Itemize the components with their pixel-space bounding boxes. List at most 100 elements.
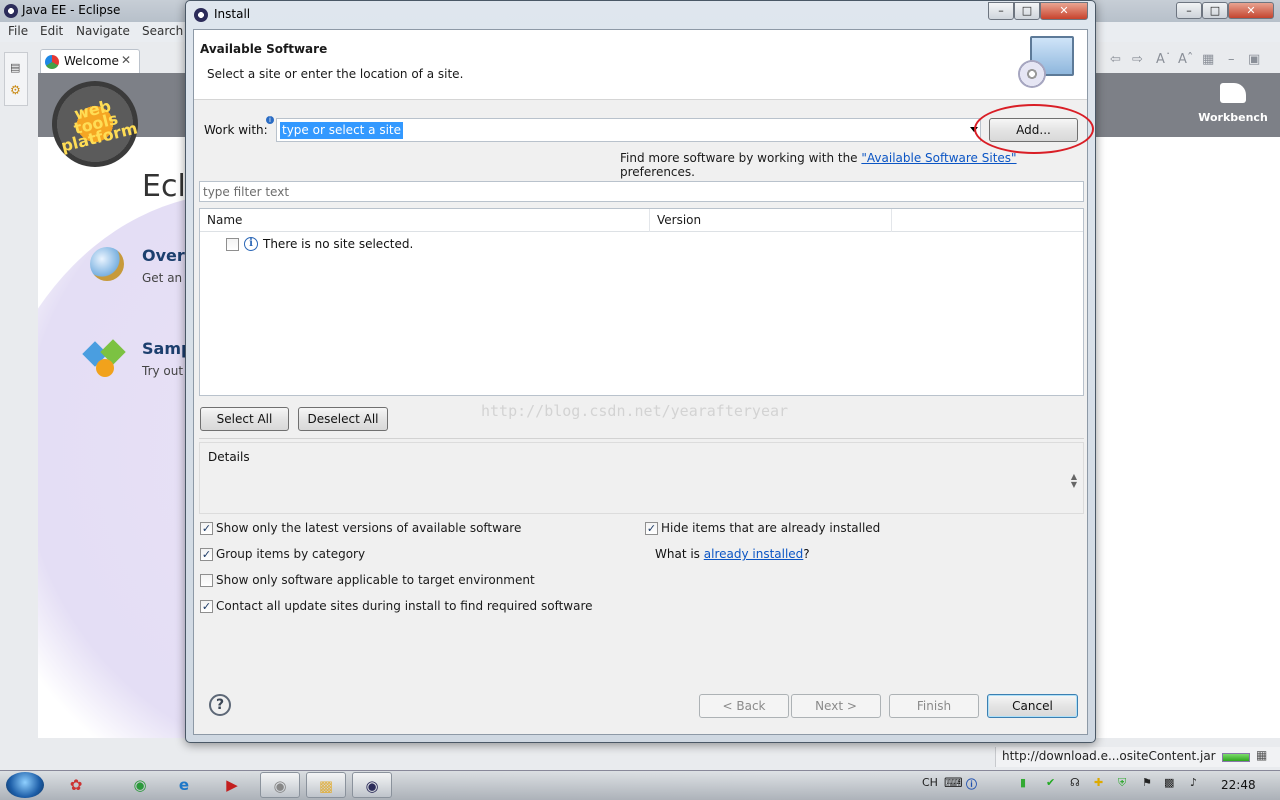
speaker-icon[interactable]: ♪ xyxy=(1190,776,1197,789)
highlight-ring-annotation xyxy=(974,104,1094,154)
shrink-font-icon[interactable]: A˙ xyxy=(1156,52,1171,70)
dialog-maximize-button[interactable]: □ xyxy=(1014,2,1040,20)
already-installed-link[interactable]: already installed xyxy=(704,547,804,561)
column-separator[interactable] xyxy=(891,209,892,232)
software-tree[interactable]: Name Version i There is no site selected… xyxy=(199,208,1084,396)
eclipse-maximize-button[interactable]: □ xyxy=(1202,2,1228,19)
deselect-all-button[interactable]: Deselect All xyxy=(298,407,388,431)
next-button[interactable]: Next > xyxy=(791,694,881,718)
help-tray-icon[interactable]: ⓘ xyxy=(966,776,977,792)
what-is-prefix: What is xyxy=(655,547,704,561)
view-minimize-icon[interactable]: – xyxy=(1228,52,1235,70)
find-more-prefix: Find more software by working with the xyxy=(620,151,862,165)
info-icon: i xyxy=(244,237,258,251)
eclipse-minimize-button[interactable]: – xyxy=(1176,2,1202,19)
no-site-message: There is no site selected. xyxy=(263,237,414,251)
workbench-label: Workbench xyxy=(1198,111,1268,124)
add-tray-icon[interactable]: ✚ xyxy=(1094,776,1103,789)
row-checkbox[interactable] xyxy=(226,238,239,251)
flag-icon[interactable]: ⚑ xyxy=(1142,776,1152,789)
taskbar-clock[interactable]: 22:48 xyxy=(1221,778,1256,792)
contact-sites-label: Contact all update sites during install … xyxy=(216,599,593,613)
tab-welcome-label: Welcome xyxy=(64,54,119,68)
view-menu-icon[interactable]: ▦ xyxy=(1202,52,1214,70)
finish-button[interactable]: Finish xyxy=(889,694,979,718)
eclipse-app-icon xyxy=(4,4,18,18)
tree-header: Name Version xyxy=(200,209,1083,232)
overview-desc: Get an xyxy=(142,271,183,285)
logo-text: web tools platform xyxy=(59,96,140,156)
column-name[interactable]: Name xyxy=(207,213,242,227)
workbench-link[interactable]: Workbench xyxy=(1198,83,1268,124)
restore-icon[interactable]: ▤ xyxy=(10,61,20,74)
grow-font-icon[interactable]: Aˆ xyxy=(1178,52,1193,70)
battery-icon[interactable]: ▮ xyxy=(1020,776,1026,789)
menu-search[interactable]: Search xyxy=(142,24,183,38)
shield-icon[interactable]: ⛨ xyxy=(1118,776,1126,790)
column-version[interactable]: Version xyxy=(657,213,701,227)
media-player-icon[interactable]: ▶ xyxy=(212,772,252,798)
filter-input[interactable]: type filter text xyxy=(199,181,1084,202)
info-decoration-icon: i xyxy=(266,116,274,124)
filter-placeholder: type filter text xyxy=(203,185,290,199)
keyboard-icon[interactable]: ⌨ xyxy=(944,776,963,791)
dialog-content: Available Software Select a site or ente… xyxy=(193,29,1094,735)
watermark: http://blog.csdn.net/yearafteryear xyxy=(481,402,789,420)
start-button[interactable] xyxy=(6,772,44,798)
menu-navigate[interactable]: Navigate xyxy=(76,24,130,38)
progress-view-icon[interactable]: ▦ xyxy=(1256,748,1267,762)
eclipse-close-button[interactable]: ✕ xyxy=(1228,2,1274,19)
group-by-category-checkbox[interactable] xyxy=(200,548,213,561)
target-environment-label: Show only software applicable to target … xyxy=(216,573,535,587)
dialog-minimize-button[interactable]: – xyxy=(988,2,1014,20)
taskbar-explorer-icon[interactable]: ◉ xyxy=(260,772,300,798)
hide-installed-label: Hide items that are already installed xyxy=(661,521,881,535)
status-bar: http://download.e...ositeContent.jar ▦ xyxy=(995,747,1280,767)
details-scroll-icon[interactable]: ▲ ▼ xyxy=(1071,473,1077,489)
perspective-icon[interactable]: ⚙ xyxy=(10,83,21,97)
work-with-combo[interactable]: type or select a site xyxy=(276,118,981,142)
close-tab-icon[interactable]: ✕ xyxy=(121,53,131,67)
wizard-title: Available Software xyxy=(200,42,328,56)
menu-edit[interactable]: Edit xyxy=(40,24,63,38)
progress-bar xyxy=(1222,753,1250,762)
menu-file[interactable]: File xyxy=(8,24,28,38)
eclipse-taskbar-icon[interactable]: ◉ xyxy=(352,772,392,798)
overview-link[interactable]: Over xyxy=(142,246,185,265)
ie-icon[interactable]: e xyxy=(164,772,204,798)
target-environment-checkbox[interactable] xyxy=(200,574,213,587)
taskbar-app-1-icon[interactable]: ✿ xyxy=(56,772,96,798)
eclipse-window-title: Java EE - Eclipse xyxy=(22,3,121,17)
latest-versions-label: Show only the latest versions of availab… xyxy=(216,521,522,535)
volume-icon[interactable]: ☊ xyxy=(1070,776,1080,789)
tab-welcome[interactable]: Welcome ✕ xyxy=(40,49,140,73)
forward-nav-icon[interactable]: ⇨ xyxy=(1132,52,1143,70)
work-with-text[interactable]: type or select a site xyxy=(280,122,404,139)
help-icon[interactable]: ? xyxy=(209,694,231,716)
dialog-title-bar[interactable]: Install – □ ✕ xyxy=(186,1,1095,29)
security-icon[interactable]: ✔ xyxy=(1046,776,1055,789)
column-separator[interactable] xyxy=(649,209,650,232)
latest-versions-checkbox[interactable] xyxy=(200,522,213,535)
what-is-installed-text: What is already installed? xyxy=(655,547,810,561)
dialog-close-button[interactable]: ✕ xyxy=(1040,2,1088,20)
dialog-title: Install xyxy=(214,7,251,21)
select-all-button[interactable]: Select All xyxy=(200,407,289,431)
available-software-sites-link[interactable]: "Available Software Sites" xyxy=(861,151,1016,165)
details-separator xyxy=(199,438,1084,439)
view-maximize-icon[interactable]: ▣ xyxy=(1248,52,1260,70)
network-icon[interactable]: ▩ xyxy=(1164,776,1174,789)
back-nav-icon[interactable]: ⇦ xyxy=(1110,52,1121,70)
web-tools-logo: web tools platform xyxy=(52,81,140,167)
folder-icon[interactable]: ▩ xyxy=(306,772,346,798)
contact-sites-checkbox[interactable] xyxy=(200,600,213,613)
language-indicator[interactable]: CH xyxy=(922,776,938,789)
hide-installed-checkbox[interactable] xyxy=(645,522,658,535)
welcome-icon xyxy=(45,55,59,69)
find-more-suffix: preferences. xyxy=(620,165,695,179)
back-button[interactable]: < Back xyxy=(699,694,789,718)
chrome-icon[interactable]: ◉ xyxy=(120,772,160,798)
cancel-button[interactable]: Cancel xyxy=(987,694,1078,718)
workbench-icon xyxy=(1220,83,1246,103)
find-more-text: Find more software by working with the "… xyxy=(620,151,1087,179)
